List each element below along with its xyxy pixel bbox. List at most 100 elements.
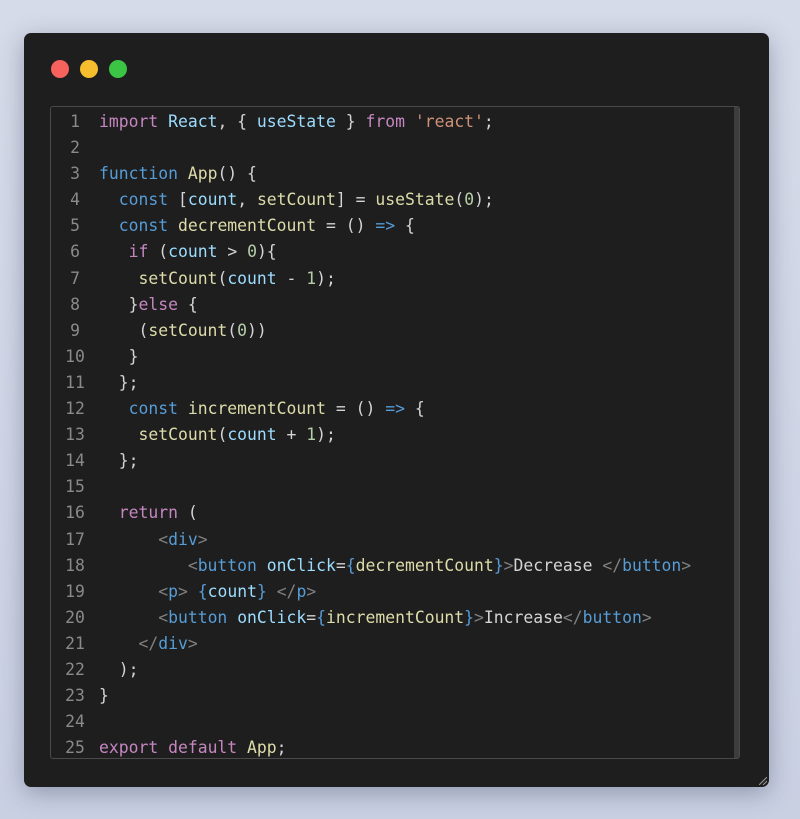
code-token: div (168, 529, 198, 549)
line-number: 25 (65, 738, 85, 758)
code-line: 24 (51, 709, 734, 735)
code-token: { (197, 581, 208, 601)
code-token: }; (99, 451, 139, 471)
scrollbar[interactable] (734, 107, 739, 758)
code-token: setCount (138, 425, 218, 445)
code-line: 18 <button onClick={decrementCount}>Decr… (51, 553, 734, 579)
line-number: 1 (70, 112, 80, 131)
line-number: 16 (65, 503, 85, 523)
code-text: export default App; (99, 735, 287, 758)
code-text: setCount(count - 1); (99, 266, 335, 292)
code-token: ; (276, 738, 287, 758)
line-number: 21 (65, 633, 85, 653)
code-token: 0 (464, 190, 475, 210)
code-token: < (158, 607, 169, 627)
code-token: export (99, 738, 159, 758)
code-token: ( (217, 425, 228, 445)
line-number: 17 (65, 529, 85, 549)
code-token: count (207, 581, 257, 601)
code-token: () { (217, 164, 257, 184)
code-token: { (177, 294, 198, 314)
code-token: > (177, 581, 188, 601)
code-token: ( (99, 320, 149, 340)
code-token: 'react' (414, 112, 484, 131)
code-token: 1 (306, 268, 317, 288)
code-token: button (582, 607, 642, 627)
code-token: > (503, 555, 514, 575)
code-line: 20 <button onClick={incrementCount}>Incr… (51, 605, 734, 631)
code-token: React (168, 112, 218, 131)
code-token: { (395, 216, 415, 236)
code-line: 2 (51, 135, 734, 161)
code-line: 23} (51, 683, 734, 709)
code-token: [ (168, 190, 188, 210)
code-line: 1 import React, { useState } from 'react'… (51, 109, 734, 135)
code-window: 1 import React, { useState } from 'react'… (24, 33, 769, 787)
line-number: 6 (70, 242, 80, 262)
code-token: decrementCount (177, 216, 317, 236)
code-token: import (99, 112, 159, 131)
line-number: 23 (65, 686, 85, 706)
code-token: )) (247, 320, 267, 340)
code-line: 17 <div> (51, 527, 734, 553)
minimize-icon[interactable] (80, 60, 98, 78)
code-token: > (474, 607, 484, 627)
code-editor[interactable]: 1 import React, { useState } from 'react'… (50, 106, 740, 759)
code-token: ( (454, 190, 465, 210)
code-token: } (99, 686, 109, 706)
close-icon[interactable] (51, 60, 69, 78)
line-number: 7 (70, 268, 80, 288)
code-token: } (493, 555, 504, 575)
code-token: - (276, 268, 307, 288)
code-text: }; (99, 448, 139, 474)
code-text: import React, { useState } from 'react'; (99, 109, 494, 135)
code-text: <div> (99, 527, 207, 553)
code-token: onClick (266, 555, 336, 575)
code-token: count (227, 425, 277, 445)
code-text: if (count > 0){ (99, 239, 277, 265)
code-token: , (237, 190, 257, 210)
code-line: 6 if (count > 0){ (51, 239, 734, 265)
code-token: else (138, 294, 178, 314)
code-text: setCount(count + 1); (99, 422, 335, 448)
code-token: </ (562, 607, 583, 627)
code-token: > (187, 633, 198, 653)
code-line: 22 ); (51, 657, 734, 683)
code-token: onClick (237, 607, 307, 627)
line-number: 12 (65, 399, 85, 419)
code-token: 0 (247, 242, 257, 262)
code-token: > (306, 581, 317, 601)
code-token: => (375, 216, 396, 236)
code-token: </ (138, 633, 159, 653)
line-number: 2 (70, 138, 80, 158)
code-line: 7 setCount(count - 1); (51, 266, 734, 292)
code-text: } (99, 683, 109, 709)
code-token: button (622, 555, 682, 575)
line-number: 8 (70, 294, 80, 314)
code-text: <button onClick={incrementCount}>Increas… (99, 605, 652, 631)
code-token: count (187, 190, 238, 210)
code-text: function App() { (99, 161, 257, 187)
code-line: 15 (51, 474, 734, 500)
code-token: incrementCount (187, 399, 326, 419)
code-token: < (187, 555, 198, 575)
code-token: ( (148, 242, 169, 262)
maximize-icon[interactable] (109, 60, 127, 78)
code-token: > (217, 242, 248, 262)
line-number: 18 (65, 555, 85, 575)
resize-handle-icon[interactable] (759, 777, 767, 785)
code-token: default (168, 738, 238, 758)
